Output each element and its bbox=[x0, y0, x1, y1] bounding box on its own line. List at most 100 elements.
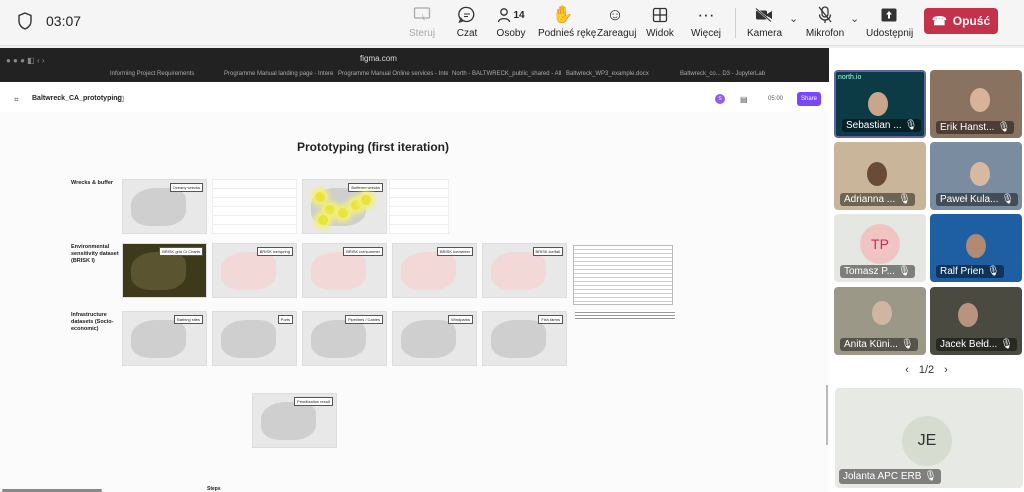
participant-tile[interactable]: Erik Hanst... 🎙 bbox=[930, 70, 1022, 138]
map-card[interactable]: Fish farms bbox=[482, 311, 567, 366]
mic-off-icon: 🎙 bbox=[997, 122, 1011, 133]
people-icon: 14 bbox=[496, 4, 526, 26]
share-tray-icon bbox=[866, 4, 912, 26]
camera-button[interactable]: Kamera bbox=[747, 4, 782, 39]
map-tag: Oceany wrecks bbox=[169, 183, 203, 192]
participant-video bbox=[872, 301, 892, 325]
map-card[interactable]: Pipelines / Cables bbox=[302, 311, 387, 366]
mic-options-chevron-icon[interactable]: ⌄ bbox=[850, 12, 859, 25]
window-controls-icon[interactable]: ● ● ● ◧ ‹ › bbox=[6, 56, 45, 65]
figma-file-name[interactable]: Baltwreck_CA_prototyping bbox=[32, 95, 122, 102]
participant-name: Erik Hanst... bbox=[940, 122, 995, 133]
figma-menu-icon[interactable]: ⌗ bbox=[14, 95, 19, 105]
mic-off-icon: 🎙 bbox=[898, 194, 911, 205]
mic-off-icon: 🎙 bbox=[924, 471, 937, 482]
result-map-card[interactable]: Prioritization result bbox=[252, 393, 337, 448]
mic-off-icon: 🎙 bbox=[897, 266, 911, 277]
avatar[interactable]: S bbox=[715, 94, 725, 104]
participant-tile[interactable]: Paweł Kula... 🎙 bbox=[930, 142, 1022, 210]
participant-tile[interactable]: Adrianna ... 🎙 bbox=[834, 142, 926, 210]
participant-tile[interactable]: Ralf Prien 🎙 bbox=[930, 214, 1022, 282]
participant-name: Sebastian ... bbox=[846, 120, 902, 131]
participant-tile-large[interactable]: JE Jolanta APC ERB 🎙 bbox=[835, 388, 1023, 488]
participant-name-badge: Ralf Prien 🎙 bbox=[936, 265, 1004, 278]
heat-spot bbox=[325, 205, 335, 215]
participant-name: Ralf Prien bbox=[940, 266, 984, 277]
share-tray-button[interactable]: Udostępnij bbox=[866, 4, 913, 39]
heat-spot bbox=[361, 195, 371, 205]
more-button[interactable]: ··· Więcej bbox=[690, 4, 722, 39]
map-land bbox=[221, 252, 276, 290]
browser-tab[interactable]: Programme Manual Online services - Inter… bbox=[338, 69, 448, 82]
mic-button[interactable]: Mikrofon bbox=[805, 4, 845, 39]
chat-button[interactable]: Czat bbox=[452, 4, 482, 39]
map-tag: Ports bbox=[277, 315, 293, 324]
participant-tile[interactable]: TP Tomasz P... 🎙 bbox=[834, 214, 926, 282]
mic-label: Mikrofon bbox=[805, 28, 845, 39]
control-button[interactable]: Steruj bbox=[405, 4, 439, 39]
participant-video bbox=[970, 162, 990, 186]
participant-name-badge: Tomasz P... 🎙 bbox=[840, 265, 915, 278]
map-land bbox=[131, 252, 186, 290]
map-land bbox=[491, 320, 546, 358]
browser-tab[interactable]: Baltwreck_WP3_example.docx bbox=[566, 69, 676, 82]
people-button[interactable]: 14 Osoby bbox=[496, 4, 526, 39]
browser-tab[interactable]: North - BALTWRECK_public_shared - All... bbox=[452, 69, 562, 82]
chat-icon bbox=[452, 4, 482, 26]
participant-name-badge: Jacek Bełd... 🎙 bbox=[936, 338, 1017, 351]
mic-off-icon: 🎙 bbox=[1000, 339, 1013, 350]
map-card[interactable]: Windparks bbox=[392, 311, 477, 366]
raise-hand-icon: ✋ bbox=[552, 5, 574, 24]
react-label: Zareaguj bbox=[597, 28, 637, 39]
camera-options-chevron-icon[interactable]: ⌄ bbox=[789, 12, 798, 25]
figma-share-button[interactable]: Share bbox=[797, 92, 821, 106]
control-label: Steruj bbox=[408, 28, 436, 39]
present-icon[interactable]: ▤ bbox=[740, 95, 748, 104]
view-button[interactable]: Widok bbox=[645, 4, 675, 39]
map-tag: Windparks bbox=[448, 315, 473, 324]
data-table-card[interactable] bbox=[389, 179, 449, 234]
meeting-timer: 03:07 bbox=[46, 13, 82, 29]
map-land bbox=[401, 320, 456, 358]
map-land bbox=[311, 320, 366, 358]
view-label: Widok bbox=[646, 28, 674, 39]
address-bar[interactable]: figma.com bbox=[360, 54, 397, 63]
figma-canvas[interactable] bbox=[0, 112, 829, 492]
raise-hand-button[interactable]: ✋ Podnieś rękę bbox=[538, 4, 596, 39]
chevron-left-icon[interactable]: ‹ bbox=[905, 364, 909, 376]
sensitivity-table[interactable] bbox=[573, 245, 673, 305]
participant-name: Jacek Bełd... bbox=[940, 339, 998, 350]
control-icon bbox=[405, 4, 439, 26]
map-card[interactable]: Buffered wrecks bbox=[302, 179, 387, 234]
map-card[interactable]: BRISK grid CI Charts bbox=[122, 243, 207, 298]
chevron-right-icon[interactable]: › bbox=[944, 364, 948, 376]
map-tag: BRISK ice/spring bbox=[256, 247, 293, 256]
map-tag: Pipelines / Cables bbox=[344, 315, 383, 324]
map-card[interactable]: BRISK ice/summer bbox=[302, 243, 387, 298]
mic-off-icon: 🎙 bbox=[986, 266, 1000, 277]
heat-spot bbox=[338, 208, 348, 218]
map-card[interactable]: BRISK ice/fall bbox=[482, 243, 567, 298]
browser-tab[interactable]: Programme Manual landing page - Intere..… bbox=[224, 69, 334, 82]
sidebar-toggle-icon[interactable]: ▢ bbox=[117, 94, 125, 103]
map-tag: BRISK grid CI Charts bbox=[159, 247, 203, 256]
participant-tile[interactable]: north.io Sebastian ... 🎙 bbox=[834, 70, 926, 138]
leave-button[interactable]: ☎ Opuść bbox=[924, 8, 998, 34]
participant-tile[interactable]: Jacek Bełd... 🎙 bbox=[930, 287, 1022, 355]
map-card[interactable]: Bathing sites bbox=[122, 311, 207, 366]
react-button[interactable]: ☺ Zareaguj bbox=[597, 4, 637, 39]
browser-tab[interactable]: Baltwreck_co... D3 - JupyterLab bbox=[680, 69, 790, 82]
hang-up-icon: ☎ bbox=[931, 14, 947, 28]
participant-tile[interactable]: Anita Küni... 🎙 bbox=[834, 287, 926, 355]
map-card[interactable]: BRISK ice/spring bbox=[212, 243, 297, 298]
vertical-scrollbar[interactable] bbox=[826, 385, 828, 445]
map-card[interactable]: Ports bbox=[212, 311, 297, 366]
data-table-card[interactable] bbox=[212, 179, 297, 234]
toolbar-divider bbox=[735, 8, 736, 38]
participant-name-badge: Anita Küni... 🎙 bbox=[840, 338, 918, 351]
map-card[interactable]: BRISK ice/winter bbox=[392, 243, 477, 298]
participant-name: Jolanta APC ERB bbox=[843, 471, 922, 482]
browser-tab[interactable]: Informing Project Requirements bbox=[110, 69, 220, 82]
mic-off-icon: 🎙 bbox=[900, 339, 914, 350]
map-card[interactable]: Oceany wrecks bbox=[122, 179, 207, 234]
